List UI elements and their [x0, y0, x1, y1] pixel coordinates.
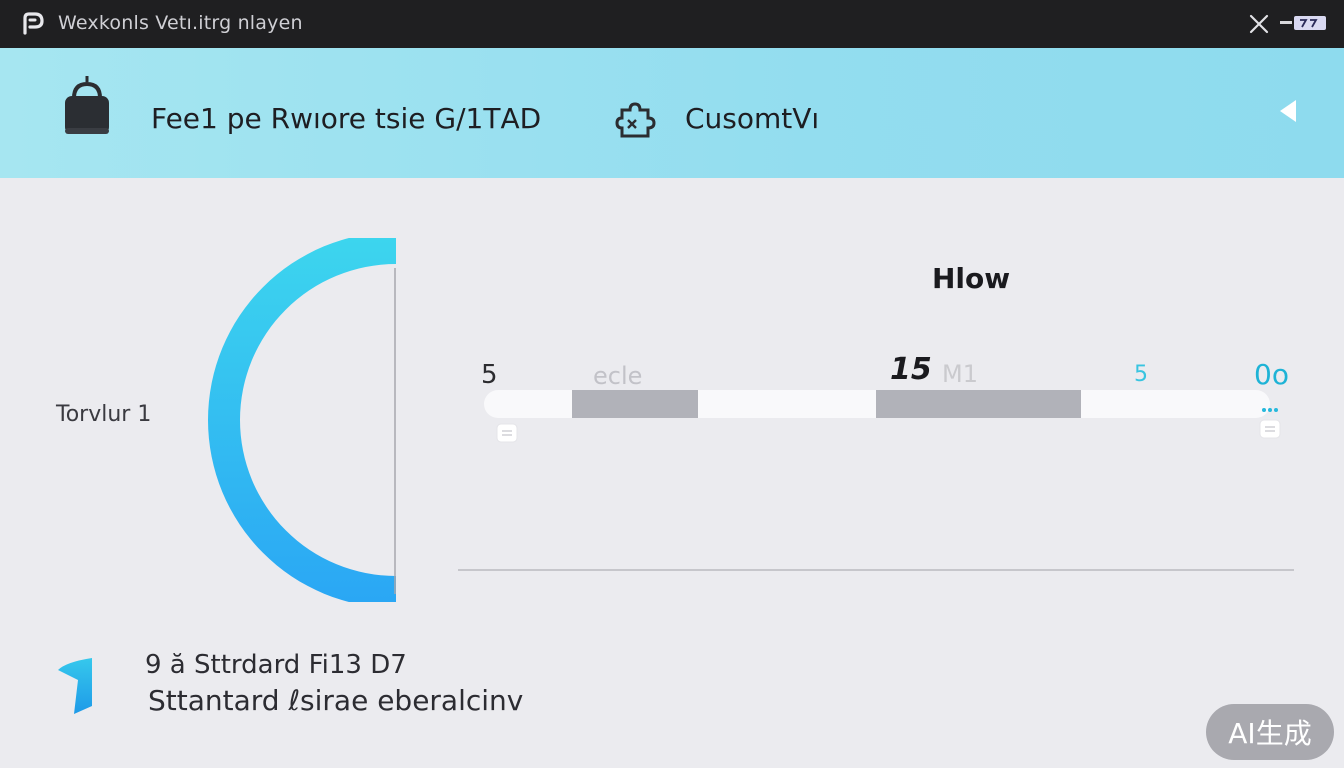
timeline-segment-2[interactable]	[876, 390, 1081, 418]
flow-timeline: 5 ecle 15 M1 5 0o	[460, 348, 1320, 458]
header-banner: Fee1 pe Rwıore tsie G/1ТAD CusomtVı	[0, 48, 1344, 178]
main-content: Torvlur 1 Hlow 5 ecle 15 M1 5 0o 9 ӑ Stt…	[0, 178, 1344, 768]
gauge-label: Torvlur 1	[56, 402, 152, 427]
puzzle-icon[interactable]	[614, 100, 656, 140]
footer-subtitle: 9 ӑ Sttrdard Fi13 D7	[145, 650, 407, 680]
timeline-mid-label: 15	[890, 352, 932, 387]
timeline-scale-label: ecle	[593, 362, 643, 390]
timeline-mid-sublabel: M1	[942, 360, 978, 388]
arc-gauge	[208, 238, 396, 602]
app-logo-icon	[23, 12, 44, 35]
timeline-start-label: 5	[481, 360, 498, 390]
ai-watermark: AI生成	[1206, 704, 1334, 760]
timeline-segment-1[interactable]	[572, 390, 698, 418]
title-bar: Wexkonls Vetı.itrg nlayen	[0, 0, 1344, 48]
chevron-left-icon[interactable]	[1276, 96, 1302, 126]
end-handle-icon[interactable]	[1256, 404, 1284, 450]
start-handle-icon[interactable]	[496, 423, 518, 443]
timeline-end-label: 0o	[1254, 358, 1289, 391]
bookmark-icon	[58, 658, 92, 714]
custom-view-button[interactable]: CusomtVı	[685, 102, 819, 135]
section-divider	[458, 569, 1294, 571]
timeline-marker-label: 5	[1134, 362, 1148, 387]
flow-title: Hlow	[932, 262, 1011, 295]
window-controls-icon[interactable]	[1280, 14, 1328, 32]
gauge-arc	[208, 238, 396, 602]
footer-title: Sttantard ℓsirae eberalcinv	[148, 684, 524, 717]
lock-icon	[65, 76, 109, 134]
window-title: Wexkonls Vetı.itrg nlayen	[58, 12, 303, 34]
timeline-track[interactable]	[484, 390, 1270, 418]
page-title: Fee1 pe Rwıore tsie G/1ТAD	[151, 102, 542, 135]
close-icon[interactable]	[1246, 11, 1272, 37]
